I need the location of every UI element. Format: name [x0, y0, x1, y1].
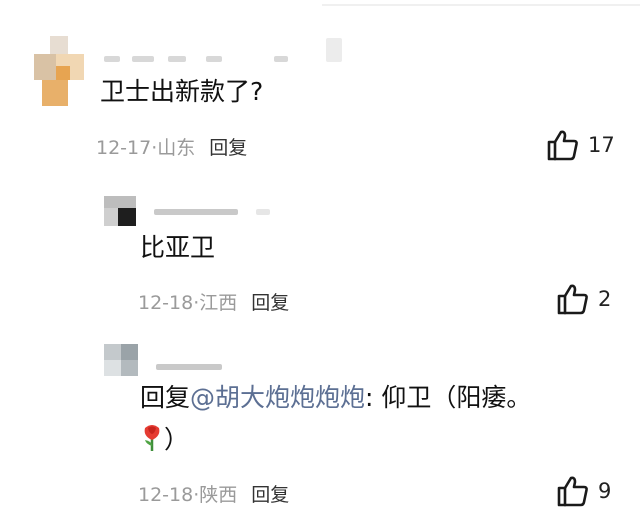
like-count: 17 — [588, 133, 615, 157]
comment-date: 12-18 — [138, 484, 194, 506]
username-blurred[interactable] — [132, 56, 154, 62]
comment-meta: 12-18·江西 回复 — [138, 288, 289, 315]
username-blurred[interactable] — [168, 56, 186, 62]
closing-paren: ） — [164, 425, 190, 454]
like-count: 2 — [598, 287, 612, 311]
avatar[interactable] — [104, 344, 138, 376]
like-button[interactable]: 17 — [546, 128, 615, 162]
comment-text-line2: ） — [140, 422, 189, 460]
comment-location: 江西 — [199, 292, 238, 314]
username-blurred[interactable] — [156, 364, 222, 370]
username-blurred[interactable] — [154, 209, 238, 215]
comment-date: 12-17 — [96, 137, 152, 159]
comment-text: 卫士出新款了? — [100, 77, 264, 106]
comment-meta: 12-18·陕西 回复 — [138, 480, 289, 507]
username-blurred[interactable] — [326, 38, 342, 62]
comment-text: 比亚卫 — [140, 233, 216, 262]
thumbs-up-icon — [557, 284, 588, 315]
avatar[interactable] — [34, 36, 84, 106]
avatar[interactable] — [104, 196, 136, 226]
like-button[interactable]: 2 — [556, 282, 611, 316]
reply-button[interactable]: 回复 — [251, 292, 289, 314]
comment-meta: 12-17·山东 回复 — [96, 133, 247, 160]
username-blurred[interactable] — [274, 56, 288, 62]
reply-button[interactable]: 回复 — [251, 484, 289, 506]
thumbs-up-icon — [557, 476, 588, 507]
comment-body: : 仰卫（阳痿。 — [365, 383, 532, 412]
rose-icon — [140, 422, 164, 460]
comment-date: 12-18 — [138, 292, 194, 314]
username-blurred[interactable] — [256, 209, 270, 215]
reply-button[interactable]: 回复 — [209, 137, 247, 159]
comment-location: 山东 — [157, 137, 196, 159]
like-button[interactable]: 9 — [556, 474, 611, 508]
username-blurred[interactable] — [206, 56, 222, 62]
mention-link[interactable]: @胡大炮炮炮炮 — [190, 383, 365, 412]
username-blurred[interactable] — [104, 56, 120, 62]
reply-prefix: 回复 — [140, 383, 191, 412]
top-divider — [322, 4, 640, 6]
thumbs-up-icon — [547, 130, 578, 161]
comment-text: 回复@胡大炮炮炮炮: 仰卫（阳痿。 — [140, 382, 531, 414]
like-count: 9 — [598, 479, 612, 503]
comment-location: 陕西 — [199, 484, 238, 506]
